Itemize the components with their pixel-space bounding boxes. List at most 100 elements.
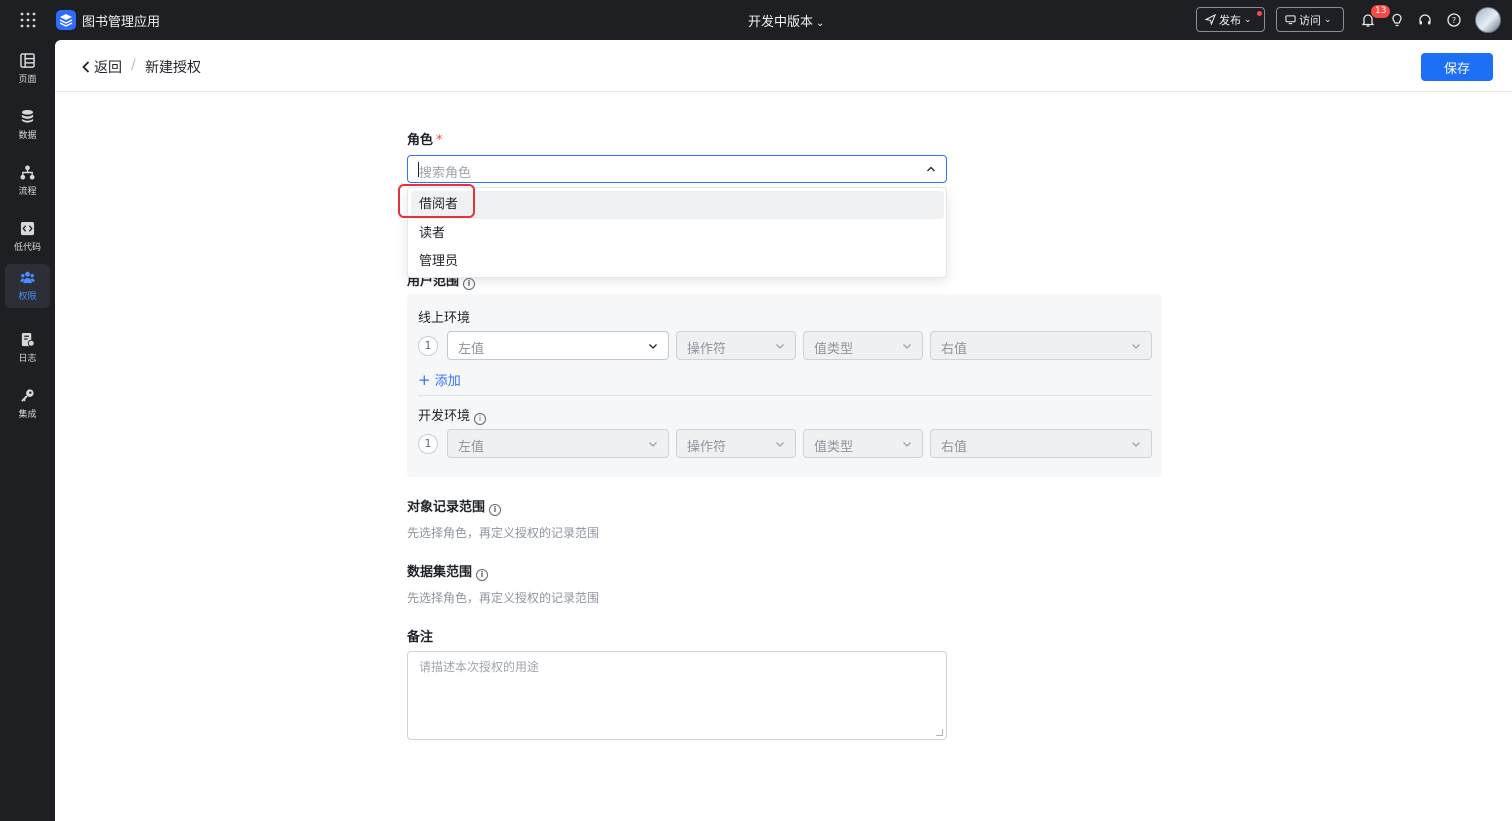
rail-item-label: 低代码 [13, 243, 41, 253]
headset-icon[interactable] [1417, 12, 1433, 28]
right-value-placeholder: 右值 [941, 440, 968, 455]
version-label: 开发中版本 [748, 15, 814, 30]
flow-icon [20, 165, 35, 180]
rail-item-label: 流程 [18, 187, 37, 197]
lightbulb-icon[interactable] [1389, 12, 1405, 28]
svg-text:?: ? [1452, 16, 1456, 25]
condition-index: 1 [418, 434, 438, 454]
back-button[interactable]: 返回 [80, 57, 122, 77]
highlight-annotation [398, 184, 475, 218]
page-header: 返回 / 新建授权 保存 [55, 40, 1512, 92]
info-icon[interactable]: i [476, 569, 489, 581]
required-mark: * [436, 133, 443, 148]
page-icon [20, 53, 35, 68]
value-type-placeholder: 值类型 [814, 440, 854, 455]
chevron-down-icon [776, 442, 784, 447]
publish-label: 发布 [1219, 13, 1241, 27]
chevron-down-icon [649, 344, 657, 349]
database-icon [21, 109, 34, 123]
breadcrumb-separator: / [131, 57, 136, 73]
rail-item-label: 数据 [18, 131, 37, 141]
dataset-scope-hint: 先选择角色，再定义授权的记录范围 [407, 591, 600, 605]
chevron-down-icon: ⌄ [1244, 14, 1252, 25]
value-type-placeholder: 值类型 [814, 342, 854, 357]
send-icon [1205, 14, 1216, 25]
remark-label: 备注 [407, 630, 434, 645]
role-option-borrower[interactable]: 借阅者 [411, 191, 944, 219]
info-icon[interactable]: i [489, 504, 502, 516]
value-type-select[interactable]: 值类型 [803, 331, 923, 360]
rail-item-data[interactable]: 数据 [5, 103, 50, 147]
role-option-reader[interactable]: 读者 [411, 220, 944, 248]
left-value-placeholder: 左值 [458, 440, 485, 455]
left-value-placeholder: 左值 [458, 342, 485, 357]
resize-handle[interactable] [936, 729, 943, 736]
dev-operator-select[interactable]: 操作符 [676, 429, 796, 458]
role-search-select[interactable]: 搜索角色 [407, 155, 947, 183]
top-bar: 图书管理应用 开发中版本 ⌄ 发布 ⌄ 访问 ⌄ 13 ? [0, 0, 1512, 40]
online-env-title: 线上环境 [418, 311, 471, 326]
dataset-scope-label: 数据集范围 i [407, 561, 489, 581]
publish-alert-dot [1257, 11, 1262, 16]
dev-env-title-text: 开发环境 [418, 409, 471, 424]
rail-item-label: 日志 [18, 354, 37, 364]
dev-left-value-select[interactable]: 左值 [447, 429, 669, 458]
operator-placeholder: 操作符 [687, 440, 727, 455]
chevron-up-icon [927, 166, 935, 172]
left-rail: 页面 数据 流程 低代码 权限 日志 集成 [0, 40, 55, 821]
app-grid-icon[interactable] [20, 12, 36, 28]
dataset-scope-label-text: 数据集范围 [407, 565, 473, 580]
condition-index: 1 [418, 336, 438, 356]
operator-placeholder: 操作符 [687, 342, 727, 357]
record-scope-label-text: 对象记录范围 [407, 500, 486, 515]
info-icon[interactable]: i [463, 278, 476, 290]
record-scope-label: 对象记录范围 i [407, 496, 502, 516]
remark-placeholder: 请描述本次授权的用途 [419, 660, 540, 674]
info-icon[interactable]: i [474, 413, 487, 425]
rail-item-label: 页面 [18, 75, 37, 85]
env-divider [418, 395, 1152, 396]
visit-button[interactable]: 访问 ⌄ [1276, 7, 1344, 32]
app-logo-icon [56, 10, 76, 30]
rail-item-integration[interactable]: 集成 [5, 382, 50, 426]
add-label: 添加 [434, 374, 461, 389]
rail-item-logs[interactable]: 日志 [5, 326, 50, 370]
rail-item-label: 权限 [18, 292, 37, 302]
user-avatar[interactable] [1475, 7, 1501, 33]
back-label: 返回 [94, 60, 122, 76]
monitor-icon [1285, 15, 1296, 25]
dev-value-type-select[interactable]: 值类型 [803, 429, 923, 458]
publish-button[interactable]: 发布 ⌄ [1196, 7, 1265, 32]
main-panel: 返回 / 新建授权 保存 角色 * 搜索角色 借阅者 读者 管理员 用户范围 i 线… [55, 40, 1512, 821]
rail-item-permissions[interactable]: 权限 [5, 264, 50, 308]
role-option-admin[interactable]: 管理员 [411, 248, 944, 276]
rail-item-pages[interactable]: 页面 [5, 47, 50, 91]
remark-textarea[interactable]: 请描述本次授权的用途 [407, 651, 947, 740]
code-icon [20, 221, 35, 236]
version-selector[interactable]: 开发中版本 ⌄ [748, 11, 824, 30]
visit-label: 访问 [1299, 13, 1321, 27]
chevron-down-icon [1132, 344, 1140, 349]
rail-item-label: 集成 [18, 410, 37, 420]
chevron-down-icon [776, 344, 784, 349]
rail-item-flow[interactable]: 流程 [5, 159, 50, 203]
role-label: 角色 [407, 133, 434, 148]
users-icon [20, 271, 35, 284]
chevron-left-icon [82, 61, 90, 73]
rail-item-lowcode[interactable]: 低代码 [5, 215, 50, 259]
right-value-select[interactable]: 右值 [930, 331, 1152, 360]
operator-select[interactable]: 操作符 [676, 331, 796, 360]
add-condition-button[interactable]: + 添加 [418, 370, 461, 389]
left-value-select[interactable]: 左值 [447, 331, 669, 360]
user-range-box: 线上环境 1 左值 操作符 值类型 右值 + 添加 开发环境 i 1 左值 操作… [407, 294, 1162, 477]
role-field-label: 角色 * [407, 129, 443, 148]
chevron-down-icon: ⌄ [816, 18, 825, 29]
help-icon[interactable]: ? [1446, 12, 1462, 28]
chevron-down-icon [649, 442, 657, 447]
save-button[interactable]: 保存 [1421, 53, 1493, 81]
key-icon [21, 389, 34, 402]
chevron-down-icon [903, 442, 911, 447]
page-title: 新建授权 [145, 60, 201, 76]
dev-right-value-select[interactable]: 右值 [930, 429, 1152, 458]
chevron-down-icon [903, 344, 911, 349]
